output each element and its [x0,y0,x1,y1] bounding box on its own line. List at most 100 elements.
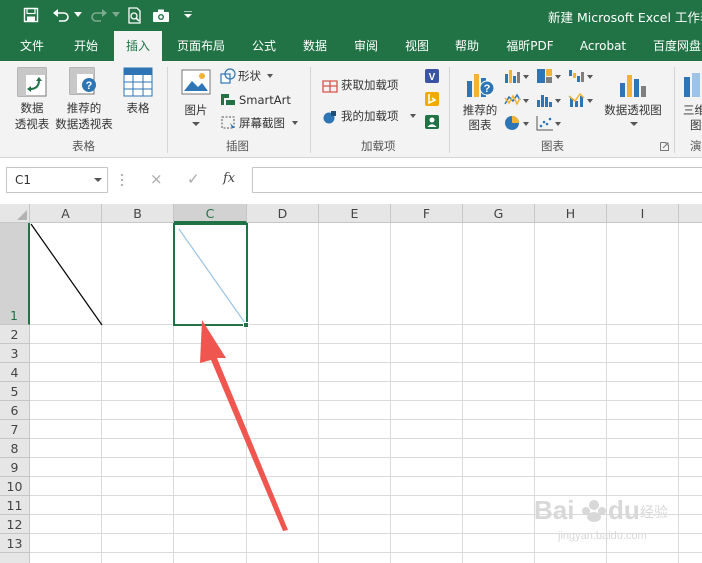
gridline [30,419,702,420]
recommended-charts-label-1: 推荐的 [462,103,498,117]
gridline [678,223,679,563]
tab-home[interactable]: 开始 [61,31,111,61]
row-header-14[interactable] [0,553,30,563]
camera-icon[interactable] [150,5,172,25]
formula-bar-grip-icon[interactable] [120,172,124,188]
waterfall-chart-icon[interactable] [568,68,594,84]
combo-chart-icon[interactable] [568,92,594,108]
pivot-chart-label: 数据透视图 [604,103,662,117]
tab-help[interactable]: 帮助 [445,31,489,61]
tab-page-layout[interactable]: 页面布局 [170,31,232,61]
ribbon-tabs: 文件 开始 插入 页面布局 公式 数据 审阅 视图 帮助 福昕PDF Acrob… [0,31,702,61]
cell-c1-selected[interactable] [173,223,248,326]
undo-icon[interactable] [50,5,72,25]
tab-insert[interactable]: 插入 [114,31,162,61]
formula-input[interactable] [252,167,702,193]
customize-icon[interactable] [180,5,196,25]
tab-file[interactable]: 文件 [9,31,55,61]
column-header-j[interactable] [679,204,702,223]
tab-baidu-netdisk[interactable]: 百度网盘 [646,31,702,61]
people-graph-icon[interactable] [424,114,440,130]
name-box-dropdown-icon[interactable] [94,178,102,183]
screenshot-label: 屏幕截图 [239,116,285,130]
row-header-13[interactable]: 13 [0,534,30,553]
spreadsheet-grid: A B C D E F G H I 1 2 3 4 5 6 7 8 9 10 1… [0,204,702,563]
group-label-tables: 表格 [72,139,95,153]
gridline [462,223,463,563]
tab-data[interactable]: 数据 [293,31,337,61]
redo-icon[interactable] [88,5,110,25]
group-separator [449,67,450,153]
row-header-1[interactable]: 1 [0,223,30,325]
statistic-chart-icon[interactable] [536,92,562,108]
column-header-c[interactable]: C [174,204,247,223]
recommended-charts-icon: ? [467,74,495,97]
pie-chart-icon[interactable] [504,115,530,131]
annotation-arrow [200,320,288,531]
recommended-pivot-label-1: 推荐的 [66,101,102,115]
bing-maps-icon[interactable] [424,91,440,107]
row-header-3[interactable]: 3 [0,344,30,363]
name-box[interactable]: C1 [6,167,108,193]
group-label-tours: 演 [690,139,702,153]
screenshot-icon [221,116,235,129]
cell-a1-diagonal-border[interactable] [30,223,103,326]
column-header-e[interactable]: E [319,204,391,223]
tab-formulas[interactable]: 公式 [242,31,286,61]
redo-dropdown-icon[interactable] [110,5,122,25]
row-header-9[interactable]: 9 [0,458,30,477]
dialog-launcher-icon[interactable] [660,142,669,151]
enter-icon[interactable]: ✓ [187,170,200,188]
svg-text:du: du [608,495,640,525]
svg-text:jingyan.baidu.com: jingyan.baidu.com [557,530,647,542]
svg-text:?: ? [484,83,491,95]
gridline [30,400,702,401]
column-chart-icon[interactable] [504,68,530,84]
insert-function-icon[interactable]: fx [223,171,235,186]
row-header-10[interactable]: 10 [0,477,30,496]
row-header-4[interactable]: 4 [0,363,30,382]
tab-acrobat[interactable]: Acrobat [572,31,634,61]
tab-view[interactable]: 视图 [395,31,439,61]
column-header-d[interactable]: D [247,204,319,223]
tab-review[interactable]: 审阅 [344,31,388,61]
column-header-b[interactable]: B [102,204,174,223]
group-label-addins: 加载项 [361,139,396,153]
tab-foxit-pdf[interactable]: 福昕PDF [497,31,563,61]
formula-bar: C1 × ✓ fx [0,158,702,204]
row-header-11[interactable]: 11 [0,496,30,515]
column-header-h[interactable]: H [535,204,607,223]
row-header-7[interactable]: 7 [0,420,30,439]
gridline [390,223,391,563]
line-chart-icon[interactable] [504,92,530,108]
row-header-8[interactable]: 8 [0,439,30,458]
window-title: 新建 Microsoft Excel 工作表 [548,10,702,25]
select-all-corner[interactable] [0,204,30,223]
save-icon[interactable] [20,5,42,25]
hierarchy-chart-icon[interactable] [536,68,562,84]
row-header-12[interactable]: 12 [0,515,30,534]
column-header-f[interactable]: F [391,204,463,223]
3d-map-label-2: 图 [690,118,702,132]
pictures-dropdown-icon [192,122,200,126]
gridline [30,552,702,553]
visio-icon[interactable]: V [424,68,440,84]
column-header-i[interactable]: I [607,204,679,223]
undo-dropdown-icon[interactable] [72,5,84,25]
store-icon [322,80,338,93]
group-separator [167,67,168,153]
pivot-table-icon [17,67,47,97]
print-preview-icon[interactable] [124,5,146,25]
row-header-6[interactable]: 6 [0,401,30,420]
pivot-chart-icon [620,75,646,97]
recommended-pivot-icon: ? [69,67,96,95]
shapes-label: 形状 [238,69,261,83]
group-label-charts: 图表 [541,139,564,153]
gridline [30,343,702,344]
scatter-chart-icon[interactable] [536,115,562,131]
cancel-icon[interactable]: × [150,170,163,188]
column-header-g[interactable]: G [463,204,535,223]
row-header-2[interactable]: 2 [0,325,30,344]
row-header-5[interactable]: 5 [0,382,30,401]
column-header-a[interactable]: A [30,204,102,223]
